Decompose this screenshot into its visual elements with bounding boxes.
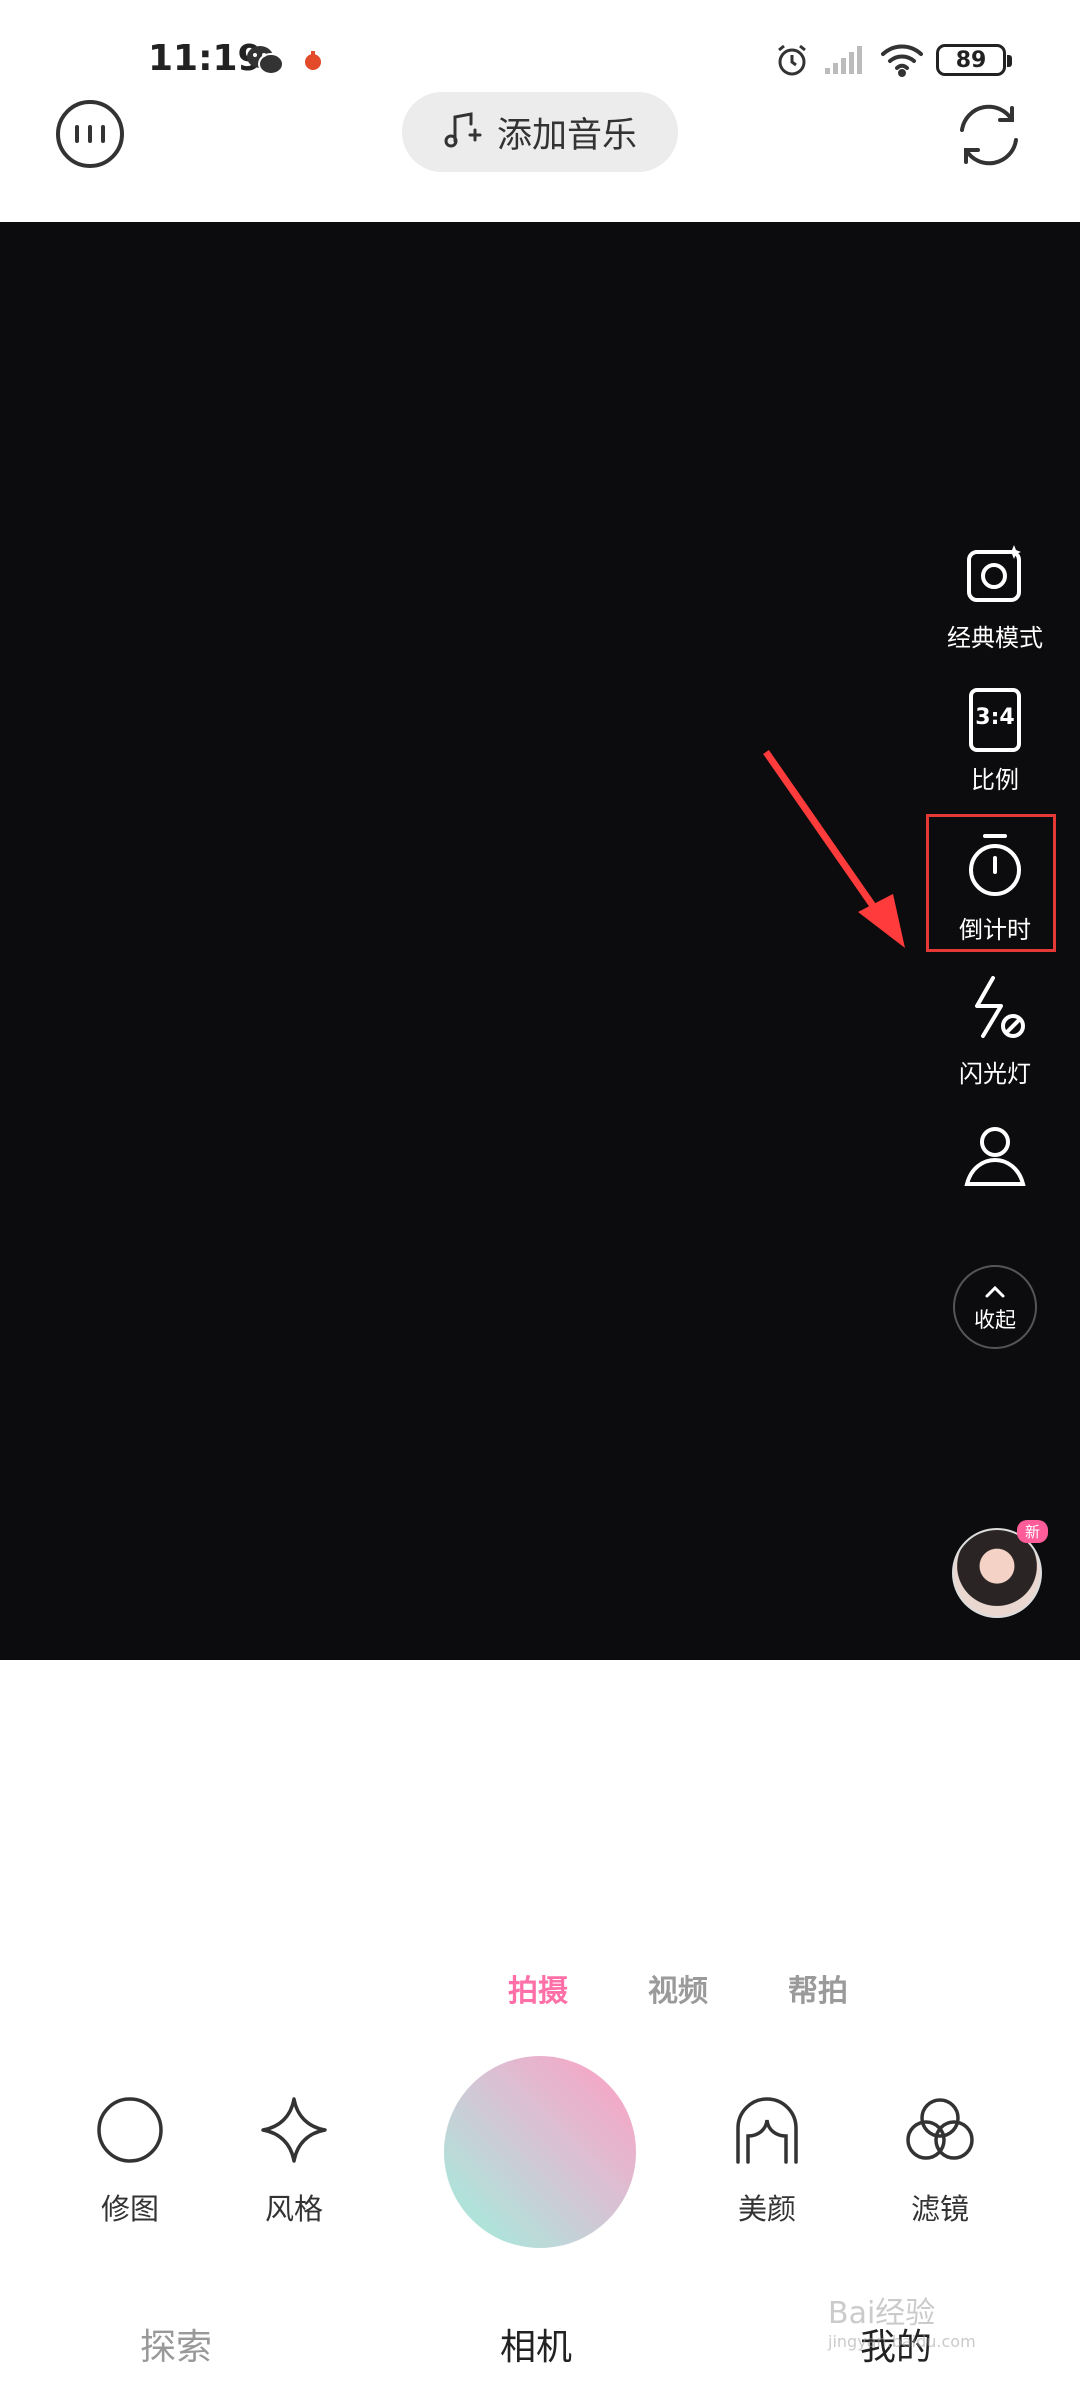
music-note-icon [443,111,483,153]
ratio-icon: 3:4 [967,688,1023,752]
beauty-label: 美颜 [737,2192,796,2226]
beauty-icon [733,2096,801,2168]
alarm-icon [772,38,812,82]
battery-icon: 89 [936,44,1012,76]
classic-mode-icon [963,542,1027,610]
tab-photo[interactable]: 拍摄 [508,1966,568,2010]
filter-label: 滤镜 [910,2192,969,2226]
ratio-label: 比例 [971,766,1019,794]
cellular-signal-icon [822,38,866,82]
nav-camera[interactable]: 相机 [500,2318,572,2370]
timer-label: 倒计时 [959,916,1031,944]
watermark-text: Bai经验 [828,2296,936,2331]
flash-tool[interactable]: 闪光灯 [920,976,1070,1089]
new-badge: 新 [1016,1520,1048,1543]
annotation-arrow [763,750,905,948]
collapse-label: 收起 [974,1308,1016,1332]
tab-help-shoot[interactable]: 帮拍 [788,1966,848,2010]
collapse-button[interactable]: 收起 [953,1265,1037,1349]
portrait-tool[interactable] [920,1126,1070,1196]
add-music-button[interactable]: 添加音乐 [402,92,678,172]
style-label: 风格 [264,2192,323,2226]
shutter-button[interactable] [444,2056,636,2248]
edit-photo-button[interactable]: 修图 [70,2096,190,2228]
wechat-icon [244,38,286,82]
edit-photo-label: 修图 [100,2192,159,2226]
camera-viewfinder[interactable]: 经典模式 3:4 比例 倒计时 闪光灯 收起 新 [0,222,1080,1660]
flash-label: 闪光灯 [959,1060,1031,1088]
flip-camera-icon[interactable] [952,98,1026,172]
add-music-label: 添加音乐 [496,115,637,156]
timer-tool[interactable]: 倒计时 [920,832,1070,945]
watermark: Bai经验 jingyan.baidu.com [828,2288,976,2351]
menu-dots-icon[interactable] [56,100,124,168]
app-notification-icon [300,38,326,82]
classic-mode-tool[interactable]: 经典模式 [920,542,1070,653]
chevron-up-icon [984,1280,1006,1304]
wifi-icon [878,38,926,82]
avatar-button[interactable]: 新 [952,1520,1048,1618]
nav-explore[interactable]: 探索 [140,2318,212,2370]
filter-button[interactable]: 滤镜 [880,2096,1000,2228]
classic-mode-label: 经典模式 [947,624,1043,652]
style-button[interactable]: 风格 [234,2096,354,2228]
filter-icon [904,2096,976,2168]
timer-icon [963,832,1027,902]
ratio-tool[interactable]: 3:4 比例 [920,688,1070,795]
flash-off-icon [963,976,1027,1046]
portrait-icon [963,1126,1027,1196]
beauty-button[interactable]: 美颜 [707,2096,827,2228]
tab-video[interactable]: 视频 [648,1966,708,2010]
watermark-sub: jingyan.baidu.com [828,2332,976,2351]
sparkle-icon [260,2096,328,2168]
ratio-icon-text: 3:4 [975,705,1015,730]
edit-photo-icon [96,2096,164,2168]
